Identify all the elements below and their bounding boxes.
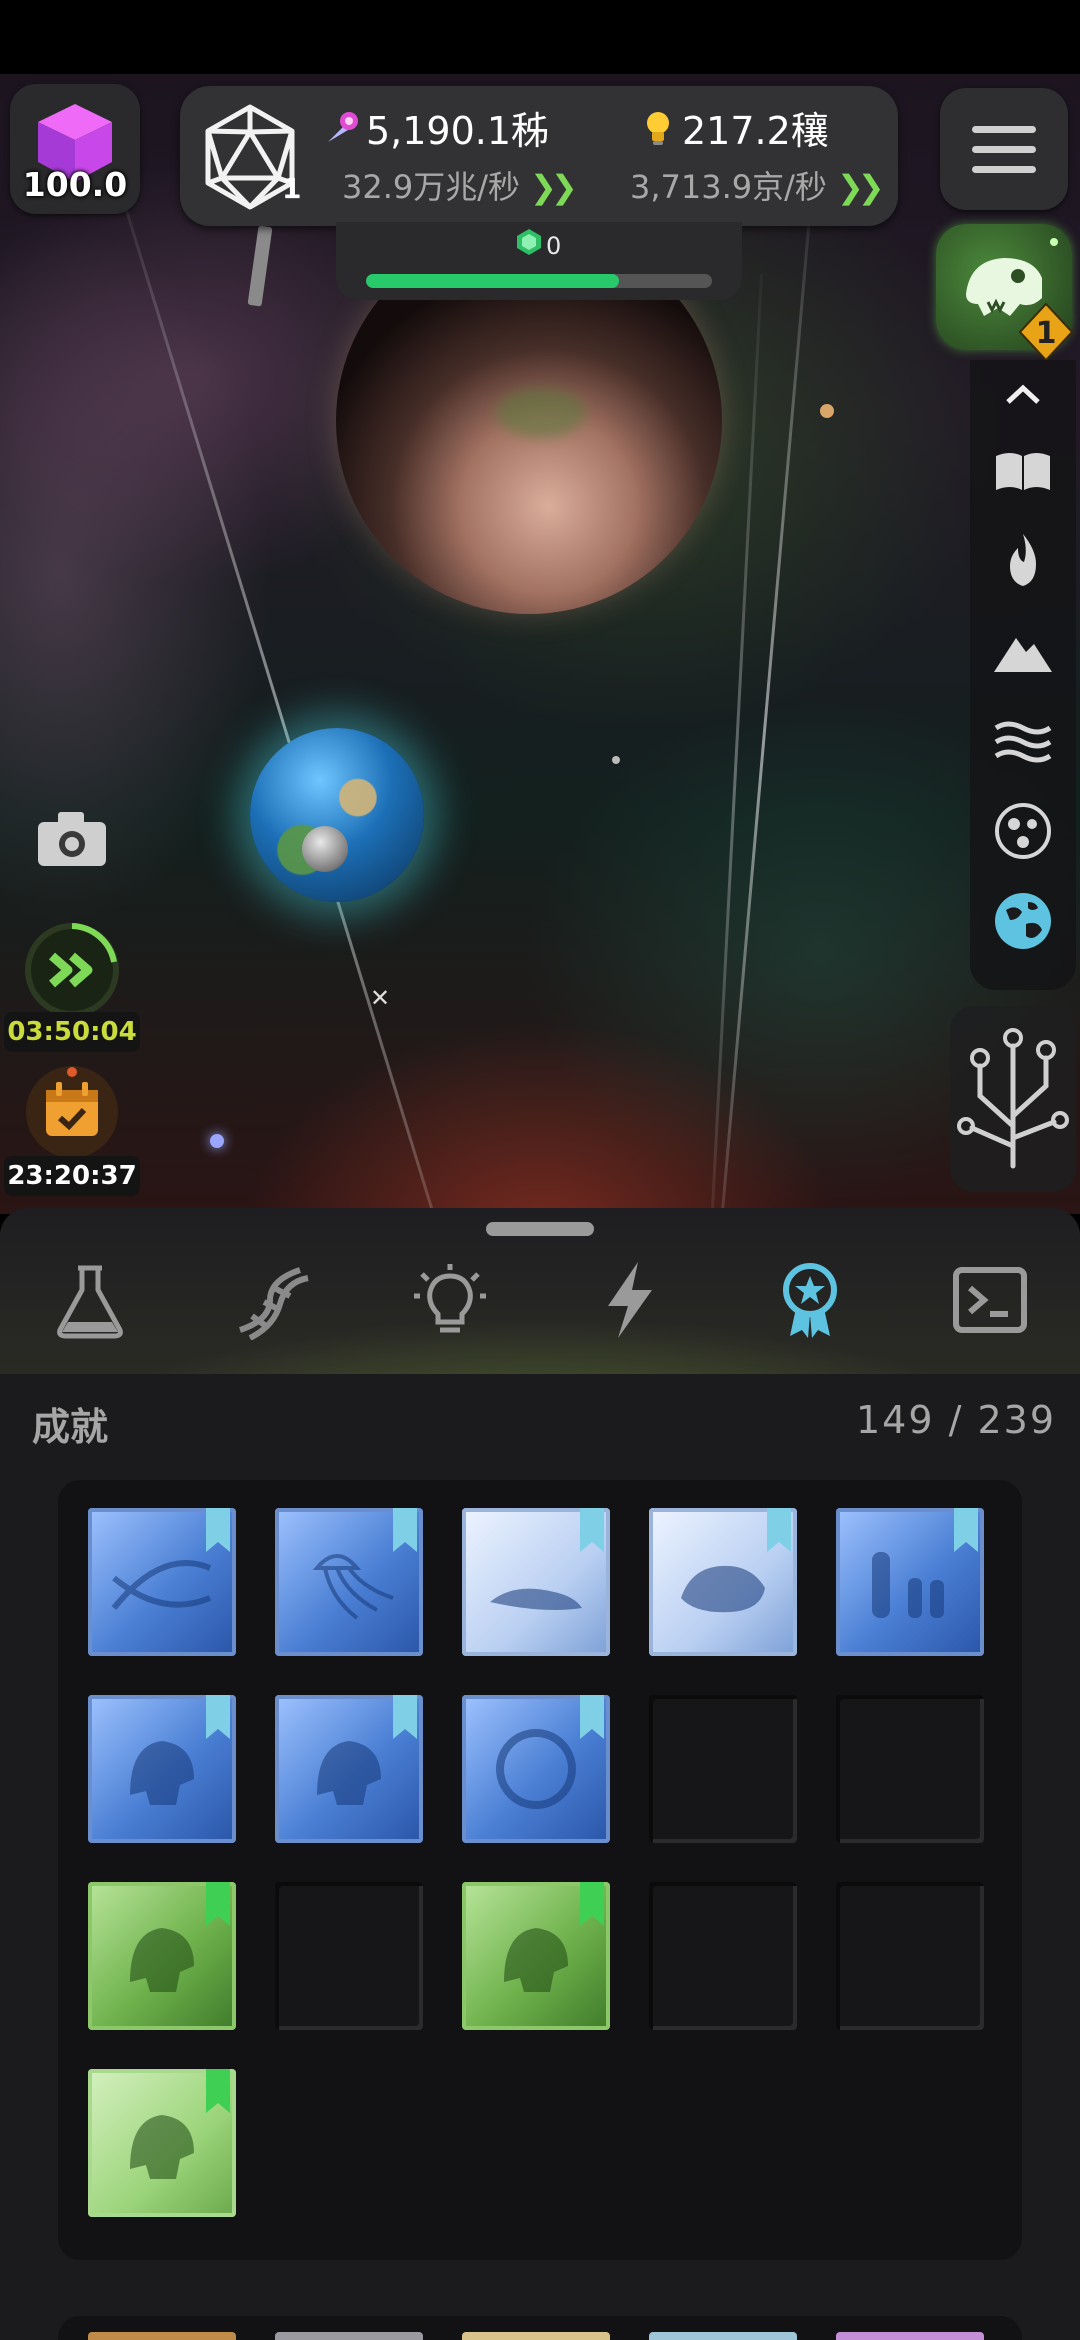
cells-icon[interactable] [992, 800, 1054, 862]
star-dot [612, 756, 620, 764]
rate-arrows-icon: ❯❯ [530, 168, 578, 206]
calendar-timer: 23:20:37 [4, 1156, 140, 1196]
t-rex-icon [504, 1928, 568, 1992]
achievement-tile-whale[interactable] [462, 1508, 610, 1656]
menu-line [972, 146, 1036, 153]
lightbulb-icon [647, 112, 669, 145]
notification-count: 1 [1035, 316, 1057, 351]
achievements-grid [58, 1480, 1022, 2260]
tree-icon [957, 1028, 1069, 1169]
achievement-tile-locked[interactable] [275, 1882, 423, 2030]
waves-icon[interactable] [992, 710, 1054, 772]
achievement-tile-locked[interactable] [649, 1695, 797, 1843]
achievement-tile-humans[interactable] [836, 1508, 984, 1656]
achievement-tile-dna[interactable] [88, 1508, 236, 1656]
raptor-icon [130, 2115, 194, 2179]
menu-button[interactable] [940, 88, 1068, 210]
achievement-tile-locked[interactable] [836, 1695, 984, 1843]
resource2-rate-text: 3,713.9京/秒 [630, 168, 827, 206]
star-dot [210, 1134, 224, 1148]
hologram-face-icon [317, 1741, 381, 1805]
achievement-tile-peek[interactable] [275, 2332, 423, 2340]
achievement-tile-locked[interactable] [649, 1882, 797, 2030]
tab-bar [0, 1208, 1080, 1374]
achievement-tile-peek[interactable] [88, 2332, 236, 2340]
dna-icon [111, 1560, 212, 1610]
evolution-progress[interactable]: 0 [336, 222, 742, 300]
resource2-amount: 217.2穰 [682, 109, 829, 153]
system-status-bar [0, 0, 1080, 74]
rock-icon [681, 1565, 765, 1613]
progress-bar [366, 274, 712, 288]
chevron-up-icon[interactable] [992, 374, 1054, 414]
achievement-tile-peek[interactable] [462, 2332, 610, 2340]
achievement-tile-raptor[interactable] [88, 2069, 236, 2217]
resource2-rate: 3,713.9京/秒 ❯❯ [630, 162, 885, 208]
rocket-icon [328, 112, 358, 142]
evolution-tree-button[interactable] [950, 1006, 1076, 1192]
flask-icon[interactable] [50, 1260, 130, 1340]
planet-icon [496, 1729, 576, 1809]
satellite-icon: ✕ [370, 984, 391, 1012]
earth-planet[interactable] [250, 728, 424, 902]
light-beam [714, 193, 813, 1214]
achievements-title: 成就 [32, 1405, 109, 1449]
gem-count: 0 [546, 232, 562, 260]
resource-panel[interactable]: 1 5,190.1秭 32.9万兆/秒 ❯❯ 217.2穰 3,713.9京/秒 ❯… [180, 86, 898, 226]
terminal-icon[interactable] [950, 1260, 1030, 1340]
achievement-tile-planet[interactable] [462, 1695, 610, 1843]
lightning-icon[interactable] [590, 1260, 670, 1340]
fire-icon[interactable] [992, 530, 1054, 592]
calendar-event-button[interactable] [26, 1066, 118, 1158]
dna-icon[interactable] [230, 1260, 310, 1340]
book-icon[interactable] [992, 440, 1054, 502]
cube-value: 100.0 [22, 165, 128, 204]
jellyfish-icon [312, 1554, 394, 1620]
achievements-count: 149 / 239 [855, 1398, 1056, 1442]
achievement-tile-locked[interactable] [836, 1882, 984, 2030]
achievement-tile-face[interactable] [88, 1695, 236, 1843]
menu-line [972, 166, 1036, 173]
achievement-tile-peek[interactable] [836, 2332, 984, 2340]
menu-line [972, 126, 1036, 133]
achievement-tile-jellyfish[interactable] [275, 1508, 423, 1656]
calendar-check-icon [46, 1067, 98, 1136]
d20-level: 1 [282, 172, 302, 205]
whale-icon [490, 1588, 582, 1610]
dino-skull-icon [130, 1928, 194, 1992]
gem-icon [517, 229, 541, 255]
lightbulb-icon[interactable] [410, 1260, 490, 1340]
small-moon [820, 404, 834, 418]
humans-icon [872, 1552, 944, 1618]
cube-button[interactable]: 100.0 [10, 84, 140, 214]
side-toolbar [970, 360, 1076, 990]
boost-timer: 03:50:04 [4, 1012, 140, 1052]
mountain-icon[interactable] [992, 620, 1054, 682]
resource1-rate: 32.9万兆/秒 ❯❯ [342, 162, 578, 208]
drawer-handle[interactable] [486, 1222, 594, 1236]
resource1-amount: 5,190.1秭 [366, 109, 550, 153]
rate-arrows-icon: ❯❯ [836, 168, 885, 206]
achievement-tile-rock[interactable] [649, 1508, 797, 1656]
camera-icon[interactable] [36, 808, 108, 868]
achievement-tile-dino-skull[interactable] [88, 1882, 236, 2030]
progress-bar-fill [366, 274, 619, 288]
bottom-drawer: 成就 149 / 239 [0, 1208, 1080, 2340]
moon [302, 826, 348, 872]
achievement-tile-t-rex[interactable] [462, 1882, 610, 2030]
face-icon [130, 1741, 194, 1805]
award-ribbon-icon[interactable] [770, 1260, 850, 1340]
achievement-tile-peek[interactable] [649, 2332, 797, 2340]
globe-icon[interactable] [992, 890, 1054, 952]
resource1-rate-text: 32.9万兆/秒 [342, 168, 521, 206]
speed-boost-button[interactable] [24, 922, 120, 1018]
achievement-tile-hologram-face[interactable] [275, 1695, 423, 1843]
